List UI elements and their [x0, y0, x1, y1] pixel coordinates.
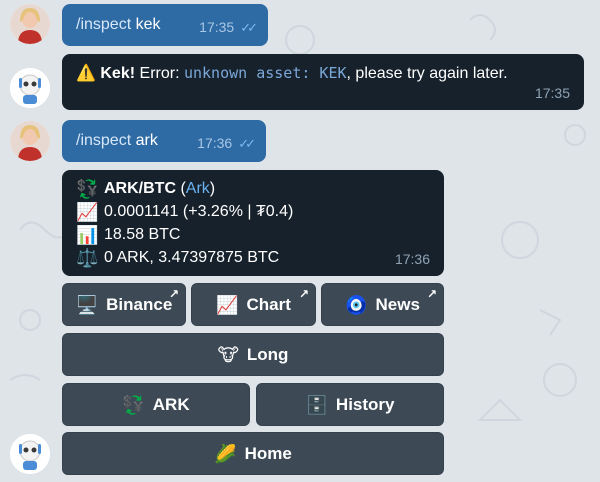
button-label: News	[375, 294, 420, 314]
button-label: Chart	[246, 294, 291, 314]
message-time: 17:35	[534, 85, 570, 101]
asset-link[interactable]: Ark	[186, 180, 210, 197]
chart-button[interactable]: 📈 Chart ↗	[191, 283, 316, 326]
report-title-line: 💱 ARK/BTC (Ark)	[76, 178, 216, 199]
user-avatar[interactable]	[10, 4, 50, 44]
binance-button[interactable]: 🖥️ Binance ↗	[62, 283, 186, 326]
history-button[interactable]: 🗄️ History	[256, 383, 444, 426]
message-time: 17:36	[197, 135, 233, 151]
balance-text: 0 ARK, 3.47397875 BTC	[104, 248, 280, 266]
external-link-icon: ↗	[168, 287, 179, 301]
currency-exchange-icon: 💱	[122, 394, 145, 415]
message-incoming-error[interactable]: ⚠️ Kek! Error: unknown asset: KEK, pleas…	[62, 54, 584, 110]
bot-avatar[interactable]	[10, 68, 50, 108]
home-button[interactable]: 🌽 Home	[62, 432, 444, 475]
button-label: Binance	[106, 294, 173, 314]
bot-avatar[interactable]	[10, 434, 50, 474]
news-button[interactable]: 🧿 News ↗	[321, 283, 444, 326]
error-code: unknown asset: KEK	[183, 64, 347, 82]
command-argument: kek	[135, 16, 161, 33]
button-label: Long	[246, 344, 289, 364]
external-link-icon: ↗	[426, 287, 437, 301]
chart-increasing-icon: 📈	[216, 294, 239, 315]
currency-exchange-icon: 💱	[76, 178, 99, 199]
double-check-icon: ✓✓	[238, 136, 256, 151]
error-title: Kek!	[100, 65, 136, 82]
button-label: ARK	[152, 394, 190, 414]
warning-icon: ⚠️	[76, 65, 96, 82]
message-outgoing[interactable]: /inspect ark 17:36 ✓✓	[62, 120, 266, 162]
corn-icon: 🌽	[214, 443, 237, 464]
external-link-icon: ↗	[298, 287, 309, 301]
message-time: 17:35	[199, 19, 235, 35]
error-label: Error:	[139, 65, 180, 82]
desktop-computer-icon: 🖥️	[75, 294, 99, 315]
double-check-icon: ✓✓	[240, 20, 258, 35]
error-suffix: , please try again later.	[346, 65, 508, 82]
volume-line: 📊 18.58 BTC	[76, 223, 430, 246]
pair-name: ARK/BTC	[104, 179, 176, 197]
message-outgoing[interactable]: /inspect kek 17:35 ✓✓	[62, 4, 268, 46]
button-label: Home	[244, 443, 292, 463]
button-label: History	[335, 394, 395, 414]
command-text[interactable]: /inspect	[76, 132, 131, 149]
ark-button[interactable]: 💱 ARK	[62, 383, 250, 426]
long-button[interactable]: 🐮 Long	[62, 333, 444, 376]
message-incoming-report[interactable]: 💱 ARK/BTC (Ark) 📈 0.0001141 (+3.26% | ₮0…	[62, 170, 444, 276]
balance-scale-icon: ⚖️	[76, 247, 99, 268]
message-time: 17:36	[394, 251, 430, 267]
bar-chart-icon: 📊	[76, 224, 99, 245]
file-cabinet-icon: 🗄️	[305, 394, 328, 415]
chart-increasing-icon: 📈	[76, 201, 99, 222]
user-avatar[interactable]	[10, 121, 50, 161]
price-line: 📈 0.0001141 (+3.26% | ₮0.4)	[76, 200, 430, 223]
cow-icon: 🐮	[217, 344, 239, 365]
balance-line: ⚖️ 0 ARK, 3.47397875 BTC	[76, 246, 430, 269]
news-eye-icon: 🧿	[345, 294, 368, 315]
price-text: 0.0001141 (+3.26% | ₮0.4)	[104, 202, 294, 220]
command-text[interactable]: /inspect	[76, 16, 131, 33]
command-argument: ark	[135, 132, 158, 149]
volume-text: 18.58 BTC	[104, 225, 181, 243]
